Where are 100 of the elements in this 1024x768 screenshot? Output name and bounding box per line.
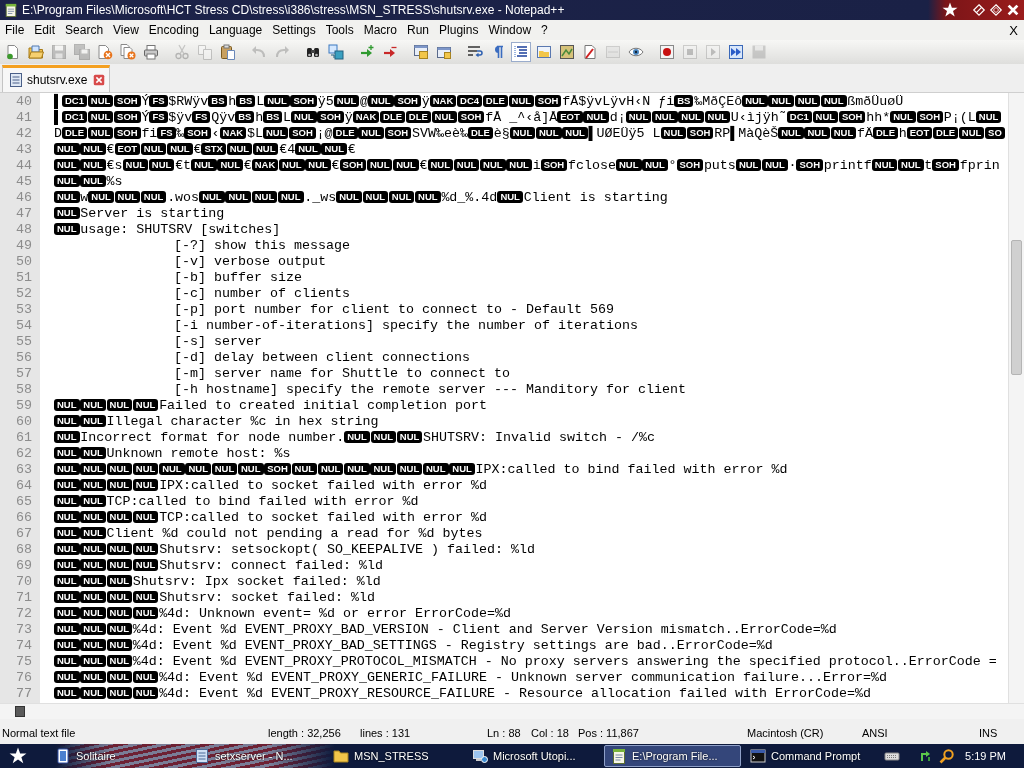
star-icon: [942, 2, 958, 18]
taskbar-button[interactable]: Microsoft Utopi...: [465, 745, 602, 767]
notepad-icon: [611, 748, 627, 764]
insert-mode: INS: [979, 727, 998, 739]
wrap-lines-icon[interactable]: [466, 44, 483, 60]
menu-item[interactable]: Tools: [320, 22, 359, 38]
line-number: 50: [15, 254, 33, 270]
line-number: 44: [15, 158, 33, 174]
line-number: 46: [15, 190, 33, 206]
menu-item[interactable]: Edit: [29, 22, 61, 38]
menu-item[interactable]: Plugins: [434, 22, 484, 38]
line-ending: Macintosh (CR): [747, 727, 824, 739]
folder-window-icon[interactable]: [535, 44, 552, 60]
code-line: NUL NUL Illegal character %c in hex string: [54, 414, 379, 430]
menu-item[interactable]: Macro: [358, 22, 402, 38]
folder-icon: [333, 748, 349, 764]
menu-item[interactable]: Settings: [267, 22, 321, 38]
cursor-column: Col : 18: [531, 727, 569, 739]
line-number: 53: [15, 302, 33, 318]
menu-item[interactable]: Encoding: [143, 22, 204, 38]
code-line: NUL NUL € EOT NUL NUL € STX NUL NUL €4 NUL NUL €: [54, 142, 356, 158]
code-line: NUL NUL NUL NUL %4d: Event %d EVENT_PROXY_GENERIC_FAILURE - Unknown server communication failure...Error=%d: [54, 670, 887, 686]
menu-item[interactable]: Search: [60, 22, 109, 38]
code-line: NUL w NUL NUL NUL .wos NUL NUL NUL NUL ._ws NUL NUL NUL NUL %d_%.4d NUL Client is starting: [54, 190, 668, 206]
arrow-minus-icon[interactable]: [381, 44, 398, 60]
record-icon[interactable]: [658, 44, 675, 60]
close-document-button[interactable]: X: [1009, 22, 1018, 38]
documents-cross-icon[interactable]: [119, 44, 136, 60]
window-square-icon[interactable]: [412, 44, 429, 60]
scrollbar-thumb[interactable]: [15, 706, 25, 717]
code-line: NUL NUL %s: [54, 174, 123, 190]
menu-item[interactable]: Run: [402, 22, 435, 38]
document-icon: [8, 72, 24, 88]
code-line: NUL NUL NUL %4d: Event %d EVENT_PROXY_PROTOCOL_MISMATCH - No proxy servers answering the specified protocol..ErrorCode =: [54, 654, 997, 670]
code-line: NUL NUL NUL NUL %4d: Unknown event= %d or error ErrorCode=%d: [54, 606, 512, 622]
open-folder-icon[interactable]: [27, 44, 44, 60]
console-icon: [750, 748, 766, 764]
printer-icon[interactable]: [142, 44, 159, 60]
maximize-icon[interactable]: [989, 3, 1003, 17]
menu-item[interactable]: View: [108, 22, 144, 38]
star-icon[interactable]: [9, 747, 27, 765]
line-number: 40: [15, 94, 33, 110]
code-line: [-i number-of-iterations] specify the number of iterations: [173, 318, 638, 334]
document-slash-icon[interactable]: [581, 44, 598, 60]
close-icon[interactable]: [1006, 3, 1020, 17]
line-number: 59: [15, 398, 33, 414]
window-square-icon[interactable]: [435, 44, 452, 60]
code-line: ▌ DC1 NUL SOH Ý FS $RWÿv BS h BS L NUL SOH ÿ5 NUL @ NUL SOH ÿ NAK DC4 DLE NUL SOH fÅ$ÿvLÿvH‹N ƒi BS ‰MðÇEô NUL NUL NUL NUL ßmðÜuøÜ: [54, 94, 904, 110]
code-line: ▌ DC1 NUL SOH Ý FS $ÿv FS Qÿv BS h BS L NUL SOH ÿ NAK DLE DLE NUL SOH fÅ _^‹å]Å EOT NUL d¡ NUL NUL NUL NUL U‹ìjÿh˜ DC1 NUL SOH hh* NUL SOH P¡(L NUL: [54, 110, 1003, 126]
line-number: 52: [15, 286, 33, 302]
line-number: 72: [15, 606, 33, 622]
code-line: NUL NUL Client %d could not pending a read for %d bytes: [54, 526, 483, 542]
vertical-scrollbar[interactable]: [1008, 93, 1024, 703]
line-number: 56: [15, 350, 33, 366]
file-tab[interactable]: shutsrv.exe: [2, 65, 111, 92]
minimize-icon[interactable]: [972, 3, 986, 17]
code-line: NUL NUL NUL NUL NUL NUL NUL NUL SOH NUL NUL NUL NUL NUL NUL NUL IPX:called to bind failed with error %d: [54, 462, 788, 478]
fast-forward-icon[interactable]: [727, 44, 744, 60]
taskbar-button[interactable]: MSN_STRESS: [326, 745, 463, 767]
line-number: 68: [15, 542, 33, 558]
scrollbar-thumb[interactable]: [1011, 240, 1022, 375]
taskbar-button[interactable]: E:\Program File...: [604, 745, 741, 767]
close-icon[interactable]: [93, 74, 106, 86]
line-number: 76: [15, 670, 33, 686]
menu-item[interactable]: Language: [203, 22, 268, 38]
line-number: 67: [15, 526, 33, 542]
line-number: 45: [15, 174, 33, 190]
list-icon[interactable]: [510, 42, 531, 62]
menu-item[interactable]: File: [0, 22, 30, 38]
document-icon: [194, 748, 210, 764]
line-number: 57: [15, 366, 33, 382]
line-number: 49: [15, 238, 33, 254]
menu-item[interactable]: ?: [536, 22, 553, 38]
search-icon[interactable]: [939, 748, 956, 764]
code-line: NUL NUL TCP:called to bind failed with error %d: [54, 494, 419, 510]
taskbar-button[interactable]: setxserver - N...: [187, 745, 324, 767]
line-number: 70: [15, 574, 33, 590]
code-line: NUL NUL NUL NUL TCP:called to socket failed with error %d: [54, 510, 488, 526]
taskbar-button[interactable]: Solitaire: [48, 745, 185, 767]
line-number: 77: [15, 686, 33, 702]
code-line: [-c] number of clients: [173, 286, 350, 302]
menu-item[interactable]: Window: [483, 22, 537, 38]
code-line: D DLE NUL SOH fi FS ‰ SOH ‹ NAK $L NUL SOH ¡@ DLE NUL SOH SVW‰eè‰ DLE è§ NUL NUL NUL ▌UØEÜÿ5 L NUL SOH RP▌MàQèŠ NUL NUL NUL fÄ DLE h EOT DLE NUL SO: [54, 126, 1006, 142]
clipboard-icon[interactable]: [219, 44, 236, 60]
taskbar-button[interactable]: Command Prompt: [743, 745, 880, 767]
overlapping-squares-icon[interactable]: [327, 44, 344, 60]
encoding-label: ANSI: [862, 727, 888, 739]
code-line: NUL NUL NUL NUL Shutsrv: connect failed: %ld: [54, 558, 384, 574]
line-number: 62: [15, 446, 33, 462]
line-number: 51: [15, 270, 33, 286]
document-type: Normal text file: [2, 727, 76, 739]
line-number: 58: [15, 382, 33, 398]
document-cross-icon[interactable]: [96, 44, 113, 60]
code-line: NUL NUL NUL NUL Failed to created initial completion port: [54, 398, 488, 414]
arrow-plus-icon[interactable]: [358, 44, 375, 60]
card-icon: [55, 748, 71, 764]
code-line: NUL NUL €s NUL NUL €t NUL NUL € NAK NUL NUL € SOH NUL NUL € NUL NUL NUL NUL i SOH fclose NUL NUL ° SOH puts NUL NUL · SOH printf NUL NUL t SOH fprin: [54, 158, 1000, 174]
code-line: [-d] delay between client connections: [173, 350, 470, 366]
chart-icon[interactable]: [558, 44, 575, 60]
horizontal-scrollbar[interactable]: [0, 703, 1024, 719]
